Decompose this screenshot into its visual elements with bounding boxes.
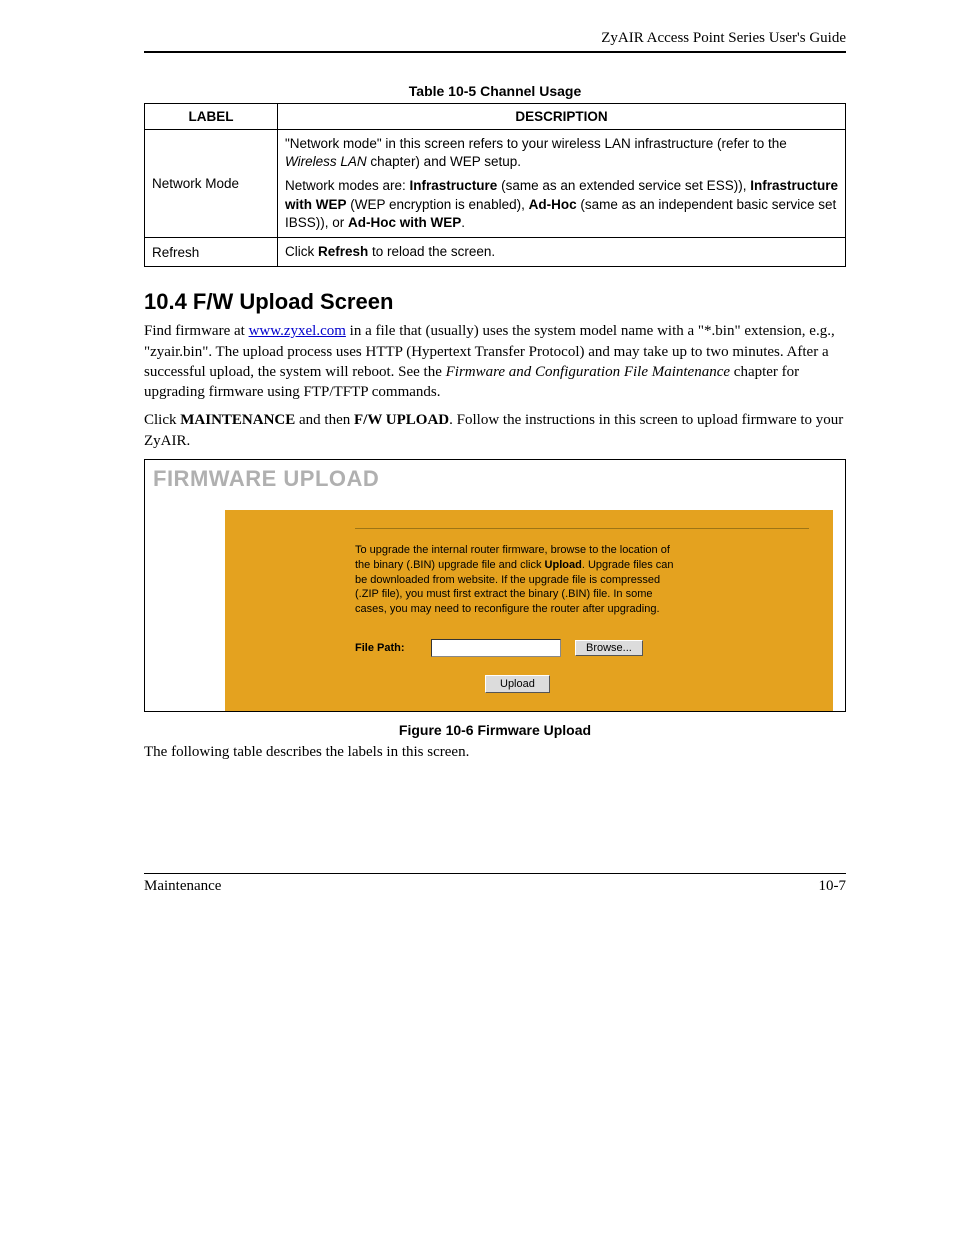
zyxel-link[interactable]: www.zyxel.com [249,323,346,339]
footer-right: 10-7 [819,878,847,895]
body-paragraph: The following table describes the labels… [144,742,846,762]
cell-description: Click Refresh to reload the screen. [278,238,846,267]
body-paragraph: Find firmware at www.zyxel.com in a file… [144,321,846,402]
header-rule [144,51,846,53]
firmware-upload-panel: To upgrade the internal router firmware,… [225,510,833,711]
th-description: DESCRIPTION [278,104,846,130]
page: ZyAIR Access Point Series User's Guide T… [0,0,954,1235]
page-footer: Maintenance 10-7 [144,873,846,895]
section-heading: 10.4 F/W Upload Screen [144,289,846,315]
upload-button[interactable]: Upload [485,675,550,693]
upload-instructions: To upgrade the internal router firmware,… [355,543,685,617]
file-path-row: File Path: Browse... [355,639,809,657]
cell-label: Network Mode [145,130,278,238]
channel-usage-table: LABEL DESCRIPTION Network Mode "Network … [144,103,846,267]
footer-left: Maintenance [144,878,221,895]
body-paragraph: Click MAINTENANCE and then F/W UPLOAD. F… [144,410,846,451]
upload-row: Upload [355,675,809,693]
desc-paragraph: Click Refresh to reload the screen. [285,243,838,261]
figure-caption: Figure 10-6 Firmware Upload [144,722,846,738]
desc-paragraph: Network modes are: Infrastructure (same … [285,177,838,232]
desc-paragraph: "Network mode" in this screen refers to … [285,135,838,171]
header-title: ZyAIR Access Point Series User's Guide [144,30,846,47]
table-caption: Table 10-5 Channel Usage [144,83,846,99]
table-row: Network Mode "Network mode" in this scre… [145,130,846,238]
firmware-upload-screenshot: FIRMWARE UPLOAD To upgrade the internal … [144,459,846,712]
footer-rule [144,873,846,874]
table-header-row: LABEL DESCRIPTION [145,104,846,130]
cell-label: Refresh [145,238,278,267]
browse-button[interactable]: Browse... [575,640,643,656]
panel-rule [355,528,809,529]
file-path-input[interactable] [431,639,561,657]
table-row: Refresh Click Refresh to reload the scre… [145,238,846,267]
th-label: LABEL [145,104,278,130]
cell-description: "Network mode" in this screen refers to … [278,130,846,238]
firmware-upload-title: FIRMWARE UPLOAD [145,464,845,510]
file-path-label: File Path: [355,642,417,654]
